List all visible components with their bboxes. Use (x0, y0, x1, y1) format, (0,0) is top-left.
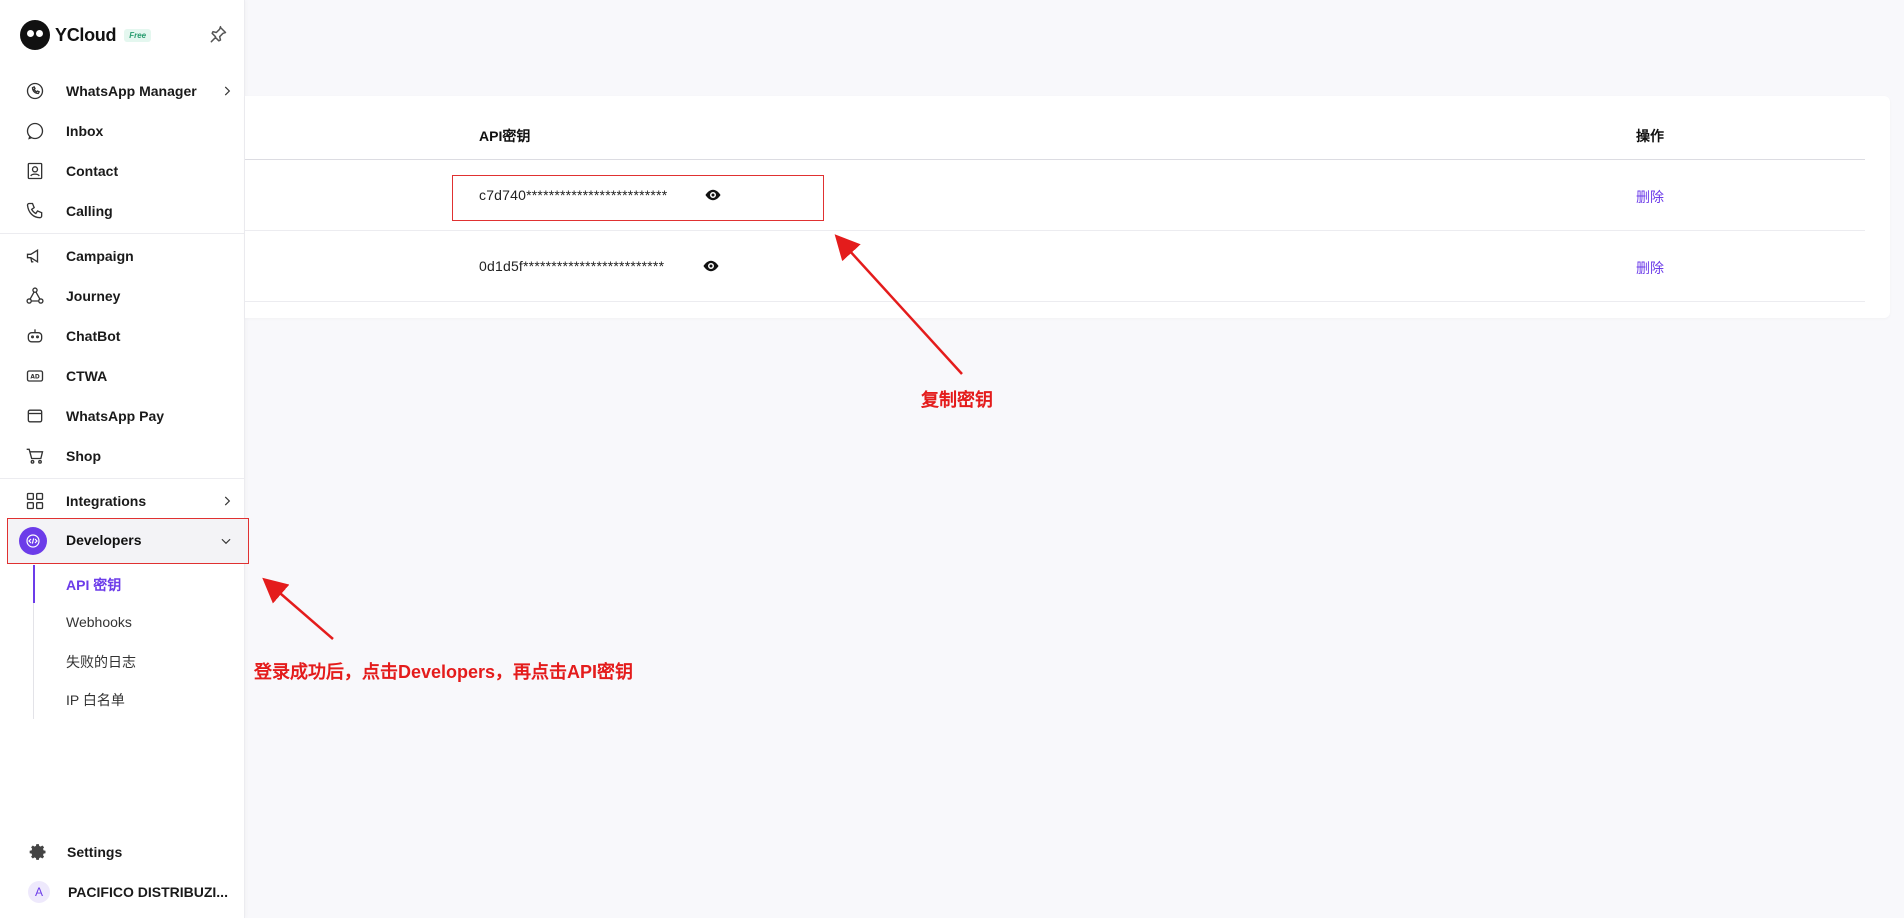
settings-button[interactable]: Settings (28, 841, 122, 863)
svg-text:AD: AD (30, 375, 40, 381)
sidebar-item-integrations[interactable]: Integrations (8, 481, 248, 521)
sidebar-item-label: Campaign (66, 248, 134, 264)
cart-icon (26, 448, 44, 464)
sidebar-item-label: Shop (66, 448, 101, 464)
sidebar-item-label: Journey (66, 288, 121, 304)
sidebar-item-label: WhatsApp Manager (66, 83, 197, 99)
chevron-right-icon (224, 496, 231, 506)
sidebar-item-label: Integrations (66, 493, 147, 509)
header-divider (245, 159, 1865, 160)
sidebar-item-ctwa[interactable]: AD CTWA (8, 356, 248, 396)
sidebar-item-shop[interactable]: Shop (8, 436, 248, 476)
megaphone-icon (26, 248, 39, 264)
annotation-login-hint: 登录成功后，点击Developers，再点击API密钥 (254, 662, 634, 682)
sidebar-item-journey[interactable]: Journey (8, 276, 248, 316)
eye-icon[interactable] (702, 259, 720, 273)
chevron-down-icon (221, 538, 231, 545)
arrow-to-developers (262, 577, 334, 640)
sidebar-divider (0, 233, 245, 234)
sidebar-item-label: Inbox (66, 123, 104, 139)
sidebar-item-chatbot[interactable]: ChatBot (8, 316, 248, 356)
sidebar-item-label: CTWA (66, 368, 108, 384)
sidebar-item-label: ChatBot (66, 328, 121, 344)
whatsapp-icon (26, 82, 44, 100)
account-name: PACIFICO DISTRIBUZI... (68, 884, 228, 900)
delete-button[interactable]: 删除 (1636, 258, 1664, 278)
submenu-active-indicator (33, 565, 35, 603)
code-icon (19, 527, 47, 555)
grid-icon (26, 492, 44, 510)
submenu-webhooks[interactable]: Webhooks (66, 614, 132, 630)
annotation-highlight-box (452, 175, 824, 221)
flow-icon (26, 287, 44, 304)
pin-icon[interactable] (208, 25, 228, 45)
annotation-copy-key: 复制密钥 (921, 390, 993, 410)
sidebar-item-whatsapp-manager[interactable]: WhatsApp Manager (8, 71, 248, 111)
ad-icon: AD (26, 370, 44, 382)
sidebar-item-label: Developers (66, 532, 142, 548)
sidebar-item-label: Calling (66, 203, 113, 219)
submenu-api-keys[interactable]: API 密钥 (66, 575, 121, 595)
gear-icon (29, 844, 46, 860)
sidebar-item-developers[interactable]: Developers (7, 518, 249, 564)
contact-card-icon (27, 162, 43, 180)
sidebar-item-whatsapp-pay[interactable]: WhatsApp Pay (8, 396, 248, 436)
ycloud-logo-icon (20, 20, 50, 50)
wallet-icon (27, 409, 43, 423)
submenu-ip-whitelist[interactable]: IP 白名单 (66, 690, 125, 710)
sidebar-item-inbox[interactable]: Inbox (8, 111, 248, 151)
brand-name: YCloud (55, 24, 117, 45)
sidebar-item-campaign[interactable]: Campaign (8, 236, 248, 276)
row-divider (245, 301, 1865, 302)
column-header-actions: 操作 (1636, 128, 1664, 144)
avatar: A (28, 881, 50, 903)
delete-button[interactable]: 删除 (1636, 187, 1664, 207)
sidebar-item-contact[interactable]: Contact (8, 151, 248, 191)
plan-badge: Free (124, 28, 152, 42)
column-header-api-key: API密钥 (479, 128, 531, 144)
chat-bubble-icon (26, 122, 44, 140)
api-key-value: 0d1d5f************************* (479, 258, 665, 274)
submenu-failed-logs[interactable]: 失败的日志 (66, 652, 136, 672)
robot-icon (27, 329, 43, 343)
chevron-right-icon (224, 86, 231, 96)
sidebar-divider (0, 478, 245, 479)
settings-label: Settings (67, 844, 123, 860)
sidebar: YCloud Free WhatsApp Manager Inbox Conta… (0, 0, 249, 918)
sidebar-item-calling[interactable]: Calling (8, 191, 248, 231)
brand[interactable]: YCloud Free (20, 20, 152, 50)
sidebar-item-label: WhatsApp Pay (66, 408, 165, 424)
sidebar-item-label: Contact (66, 163, 119, 179)
phone-icon (26, 202, 43, 219)
account-switcher[interactable]: A PACIFICO DISTRIBUZI... (28, 881, 228, 903)
row-divider (245, 230, 1865, 231)
